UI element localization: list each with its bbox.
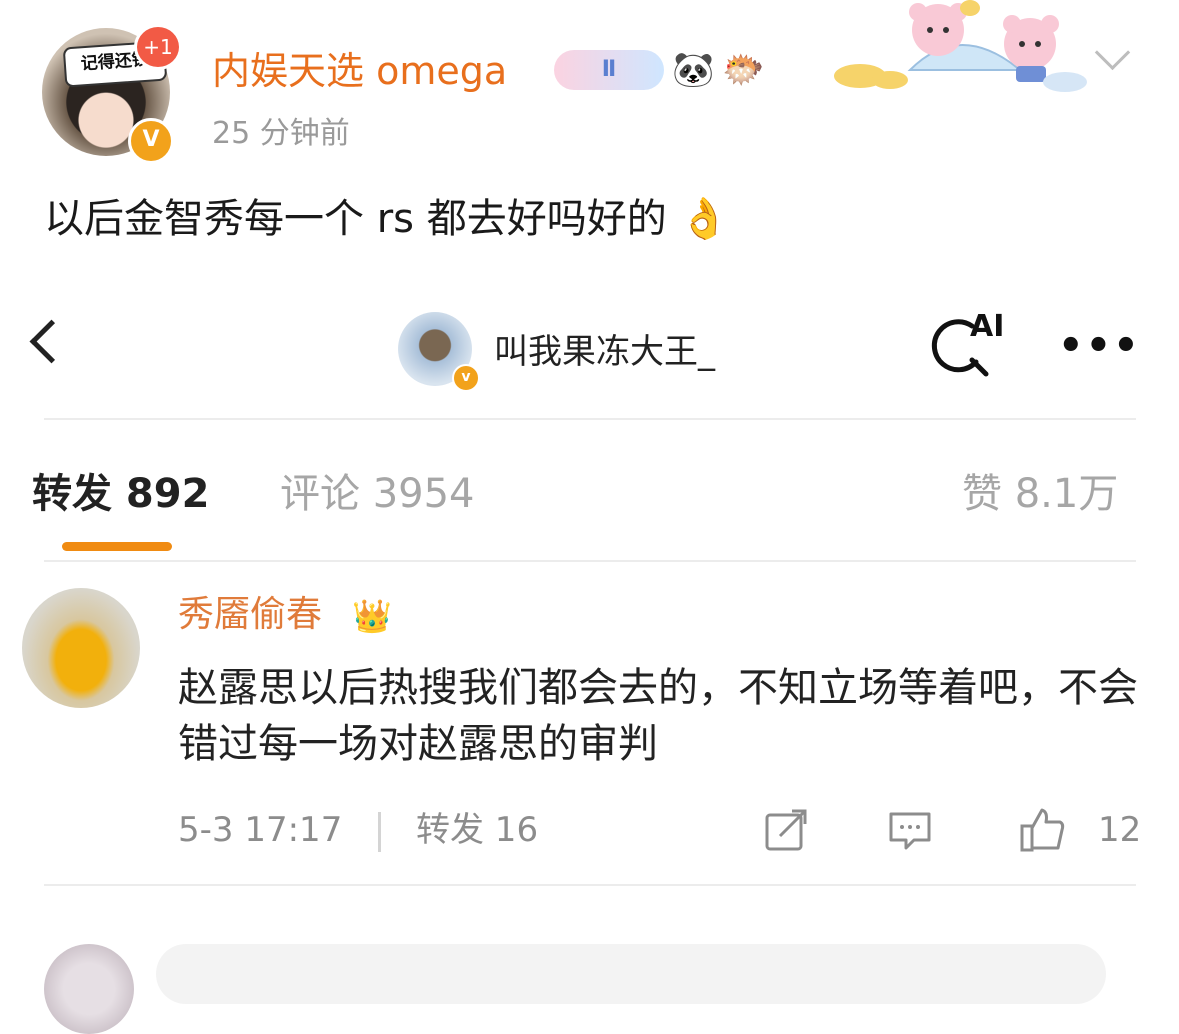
post-time: 25 分钟前 xyxy=(212,116,350,151)
pufferfish-icon: 🐡 xyxy=(722,50,765,90)
active-tab-indicator xyxy=(62,542,172,551)
comment-icon[interactable] xyxy=(886,806,934,854)
account-name[interactable]: 叫我果冻大王_ xyxy=(494,330,715,374)
comment-text: 赵露思以后热搜我们都会去的，不知立场等着吧，不会错过每一场对赵露思的审判 xyxy=(178,665,1138,767)
crown-icon: 👑 xyxy=(352,597,392,635)
tab-comments[interactable]: 评论 3954 xyxy=(280,466,475,522)
comment-repost-count[interactable]: 转发 16 xyxy=(416,808,538,852)
tab-likes[interactable]: 赞 8.1万 xyxy=(962,466,1118,522)
ai-search-button[interactable]: AI xyxy=(928,310,1008,386)
verified-badge-icon: v xyxy=(452,364,480,392)
meta-separator xyxy=(378,812,381,852)
more-options-icon[interactable]: ••• xyxy=(1058,326,1141,366)
notification-badge: +1 xyxy=(134,24,182,70)
chevron-down-icon[interactable] xyxy=(1094,34,1131,71)
commenter-name[interactable]: 秀靥偷春 xyxy=(178,590,322,640)
reply-input[interactable] xyxy=(156,944,1106,1004)
bear-decoration-icon xyxy=(834,0,1087,92)
post-body-text: 以后金智秀每一个 rs 都去好吗好的 👌 xyxy=(44,196,730,242)
comment-time: 5-3 17:17 xyxy=(178,810,343,850)
current-user-avatar xyxy=(44,944,134,1034)
ai-label: AI xyxy=(970,309,1005,344)
divider xyxy=(44,560,1136,562)
author-username[interactable]: 内娱天选 omega xyxy=(212,46,507,96)
thumbs-up-icon[interactable] xyxy=(1018,806,1066,854)
panda-icon: 🐼 xyxy=(672,50,715,90)
divider xyxy=(44,884,1136,886)
verified-badge-icon: V xyxy=(128,118,174,164)
fan-medal-badge[interactable]: Ⅱ xyxy=(554,50,664,90)
share-icon[interactable] xyxy=(762,806,810,854)
divider xyxy=(44,418,1136,420)
back-arrow-icon[interactable] xyxy=(29,319,74,364)
commenter-avatar[interactable] xyxy=(22,588,140,708)
like-count: 12 xyxy=(1098,810,1142,850)
tab-reposts[interactable]: 转发 892 xyxy=(32,466,209,522)
